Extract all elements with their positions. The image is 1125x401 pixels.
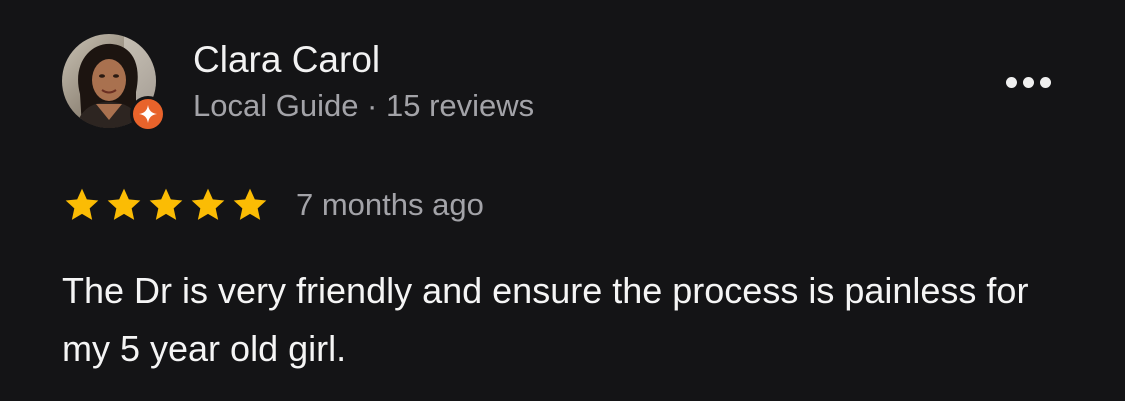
- more-options-button[interactable]: [998, 64, 1058, 100]
- star-icon: [230, 185, 270, 225]
- star-icon: [188, 185, 228, 225]
- star-icon: [62, 185, 102, 225]
- star-icon: [104, 185, 144, 225]
- review-timestamp: 7 months ago: [296, 187, 484, 222]
- more-options-icon: [1005, 76, 1017, 88]
- rating-row: 7 months ago: [62, 183, 484, 227]
- reviewer-name[interactable]: Clara Carol: [193, 38, 380, 82]
- local-guide-star-icon: [139, 105, 157, 123]
- local-guide-badge: [130, 96, 166, 132]
- reviewer-avatar-group[interactable]: [62, 34, 172, 132]
- reviewer-meta[interactable]: Local Guide · 15 reviews: [193, 86, 534, 126]
- review-body-text: The Dr is very friendly and ensure the p…: [62, 270, 1029, 369]
- more-options-icon-dot: [1039, 76, 1051, 88]
- review-card: Clara Carol Local Guide · 15 reviews 7 m…: [0, 0, 1125, 401]
- star-rating: [62, 185, 270, 225]
- star-icon: [146, 185, 186, 225]
- more-options-icon-dot: [1022, 76, 1034, 88]
